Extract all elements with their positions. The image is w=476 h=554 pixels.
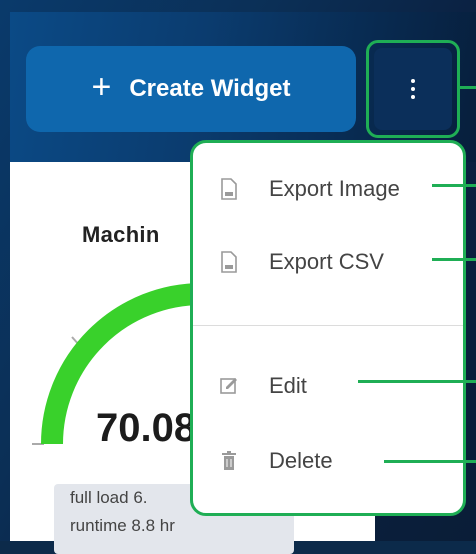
info-line-runtime: runtime 8.8 hr [70,516,175,535]
app-background: + Create Widget Machin 70.08 full load 6… [0,0,476,554]
menu-item-label: Delete [269,448,333,473]
menu-item-label: Edit [269,373,307,398]
create-widget-label: Create Widget [129,75,291,102]
more-options-button-inner[interactable] [374,48,452,130]
callout-line [384,460,476,463]
callout-line [358,380,476,383]
plus-icon: + [91,68,112,106]
menu-divider [193,325,463,326]
edit-icon [219,375,239,397]
more-options-button[interactable] [366,40,460,138]
trash-icon [219,450,239,472]
image-file-icon [219,178,239,200]
menu-item-edit[interactable]: Edit [193,366,463,406]
create-widget-button[interactable]: + Create Widget [26,46,356,132]
menu-item-label: Export Image [269,176,400,201]
menu-item-export-image[interactable]: Export Image [193,169,463,209]
callout-line [432,258,476,261]
menu-item-label: Export CSV [269,249,384,274]
callout-line [460,86,476,89]
csv-file-icon [219,251,239,273]
kebab-menu-icon [411,79,415,99]
callout-line [432,184,476,187]
menu-item-export-csv[interactable]: Export CSV [193,242,463,282]
gauge-value: 70.08 [96,406,197,450]
info-line-load: full load 6. [70,488,148,507]
